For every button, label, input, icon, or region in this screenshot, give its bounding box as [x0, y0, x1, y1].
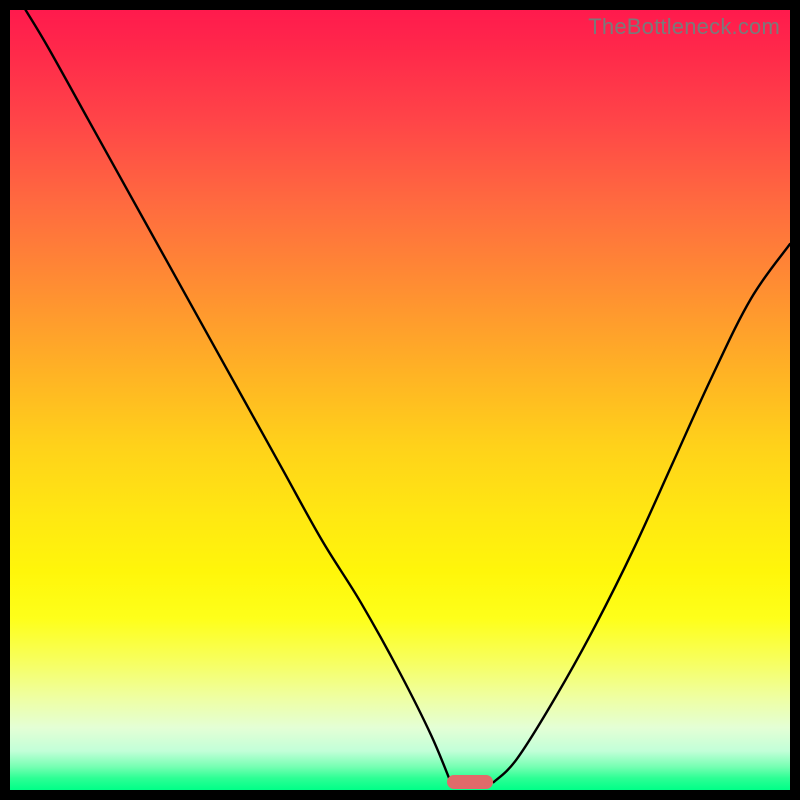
plot-area [10, 10, 790, 790]
curve-right-path [494, 244, 790, 782]
watermark-text: TheBottleneck.com [588, 14, 780, 40]
optimal-marker [447, 775, 493, 789]
chart-frame: TheBottleneck.com [10, 10, 790, 790]
bottleneck-curve [10, 10, 790, 790]
curve-left-path [26, 10, 451, 782]
